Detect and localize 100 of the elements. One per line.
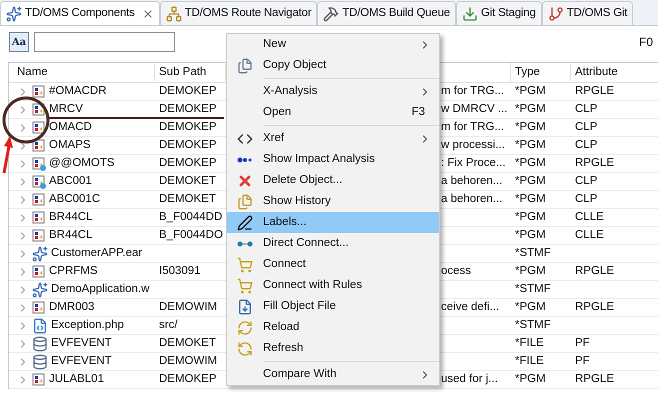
- menu-item[interactable]: Show History: [227, 191, 439, 212]
- attribute-cell-text: CLP: [574, 120, 598, 135]
- tab[interactable]: Git Staging: [456, 1, 542, 25]
- description-cell-text: ocess: [441, 264, 472, 279]
- name-cell-text: CPRFMS: [49, 264, 98, 279]
- menu-item[interactable]: Refresh: [227, 338, 439, 359]
- name-cell-text: BR44CL: [49, 228, 92, 243]
- name-cell-text: ABC001: [49, 174, 92, 189]
- sub-path-cell-text: B_F0044DO: [158, 228, 224, 243]
- description-cell-text: m for TRG...: [441, 84, 504, 99]
- description-cell-text: w processi...: [441, 138, 505, 153]
- attribute-cell-text: RPGLE: [574, 156, 615, 171]
- menu-item[interactable]: Xref: [227, 128, 439, 149]
- name-cell-text: EVFEVENT: [51, 354, 112, 369]
- file-icon: [237, 298, 253, 314]
- type-cell-text: *PGM: [514, 228, 547, 243]
- name-cell-text: #OMACDR: [49, 84, 107, 99]
- attribute-cell-text: RPGLE: [574, 372, 615, 387]
- sub-path-cell-text: DEMOKEP: [158, 138, 218, 153]
- description-cell-text: a behoren...: [441, 174, 502, 189]
- menu-item[interactable]: Labels...: [227, 212, 439, 233]
- description-cell-text: m for TRG...: [441, 120, 504, 135]
- copy-icon: [237, 58, 253, 74]
- attribute-cell-text: CLP: [574, 174, 598, 189]
- menu-item[interactable]: Copy Object: [227, 55, 439, 76]
- sub-path-cell-text: DEMOKEP: [158, 102, 218, 117]
- annotation-circle: [2, 96, 50, 144]
- database-icon: [32, 336, 48, 352]
- type-cell-text: *PGM: [514, 174, 547, 189]
- tab[interactable]: TD/OMS Git: [542, 1, 634, 25]
- menu-item[interactable]: Fill Object File: [227, 296, 439, 317]
- sub-path-cell-text: src/: [158, 318, 179, 333]
- attribute-cell-text: CLLE: [574, 228, 605, 243]
- sub-path-cell-text: B_F0044DD: [158, 210, 224, 225]
- type-cell-text: *PGM: [514, 156, 547, 171]
- column-header[interactable]: Attribute: [571, 64, 656, 82]
- font-button[interactable]: Aa: [9, 32, 29, 52]
- program-icon: [32, 192, 46, 207]
- type-cell-text: *PGM: [514, 138, 547, 153]
- sparkle-icon: [32, 246, 48, 262]
- menu-item[interactable]: Compare With: [227, 364, 439, 385]
- sparkle-icon: [6, 6, 22, 22]
- menu-item[interactable]: Connect with Rules: [227, 275, 439, 296]
- column-header[interactable]: Name: [9, 64, 155, 82]
- menu-item[interactable]: Delete Object...: [227, 170, 439, 191]
- menu-item[interactable]: Reload: [227, 317, 439, 338]
- attribute-cell-text: CLP: [574, 102, 598, 117]
- marker-icon: [237, 214, 253, 230]
- attribute-cell-text: CLP: [574, 192, 598, 207]
- sub-path-cell-text: DEMOKEP: [158, 84, 218, 99]
- menu-item[interactable]: Show Impact Analysis: [227, 149, 439, 170]
- type-cell-text: *PGM: [514, 264, 547, 279]
- program-icon: [32, 228, 46, 243]
- program-icon: [32, 264, 46, 279]
- name-cell-text: BR44CL: [49, 210, 92, 225]
- file-icon: [32, 318, 48, 334]
- attribute-cell-text: RPGLE: [574, 300, 615, 315]
- name-cell-text: DemoApplication.w: [51, 282, 150, 297]
- name-cell-text: @@OMOTS: [49, 156, 115, 171]
- type-cell-text: *PGM: [514, 372, 547, 387]
- description-cell-text: ceive defi...: [441, 300, 500, 315]
- tab[interactable]: TD/OMS Components: [0, 1, 160, 25]
- menu-item[interactable]: Open F3: [227, 102, 439, 123]
- type-cell-text: *FILE: [514, 336, 545, 351]
- type-cell-text: *PGM: [514, 210, 547, 225]
- name-cell-text: OMAPS: [49, 138, 91, 153]
- tab-label: TD/OMS Route Navigator: [184, 6, 312, 21]
- tab[interactable]: TD/OMS Build Queue: [317, 1, 456, 25]
- sub-path-cell-text: I503091: [158, 264, 202, 279]
- close-icon[interactable]: [142, 8, 154, 20]
- sub-path-cell-text: DEMOKEP: [158, 120, 218, 135]
- tab[interactable]: TD/OMS Route Navigator: [160, 1, 318, 25]
- program-icon: [32, 120, 46, 135]
- type-cell-text: *PGM: [514, 192, 547, 207]
- menu-item[interactable]: Direct Connect...: [227, 233, 439, 254]
- menu-item[interactable]: New: [227, 34, 439, 55]
- name-cell-text: CustomerAPP.ear: [51, 246, 142, 261]
- sub-path-cell-text: DEMOKEP: [158, 156, 218, 171]
- type-cell-text: *PGM: [514, 300, 547, 315]
- name-cell-text: JULABL01: [49, 372, 104, 387]
- labeled-program-icon: [32, 174, 46, 189]
- menu-item[interactable]: Connect: [227, 254, 439, 275]
- type-cell-text: *STMF: [514, 246, 552, 261]
- labeled-program-icon: [32, 156, 46, 171]
- tab-label: TD/OMS Components: [25, 6, 135, 21]
- tab-label: TD/OMS Git: [566, 6, 628, 21]
- program-icon: [32, 210, 46, 225]
- name-cell-text: Exception.php: [51, 318, 124, 333]
- attribute-cell-text: PF: [574, 354, 591, 369]
- filter-field[interactable]: [34, 32, 175, 52]
- type-cell-text: *STMF: [514, 282, 552, 297]
- attribute-cell-text: CLLE: [574, 210, 605, 225]
- sub-path-cell-text: DEMOKET: [158, 174, 217, 189]
- column-header[interactable]: Type: [511, 64, 571, 82]
- files-icon: [237, 194, 253, 210]
- name-cell-text: EVFEVENT: [51, 336, 112, 351]
- tree-icon: [166, 6, 182, 22]
- program-icon: [32, 102, 46, 117]
- menu-item[interactable]: X-Analysis: [227, 81, 439, 102]
- toolbar-text: F0: [638, 34, 653, 51]
